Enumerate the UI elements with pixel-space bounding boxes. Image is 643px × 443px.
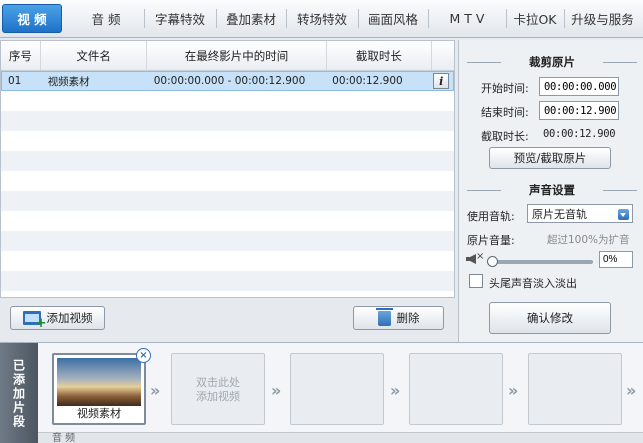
column-header-filename[interactable]: 文件名: [41, 41, 148, 70]
chevron-right-icon: »: [626, 381, 637, 400]
table-header: 序号 文件名 在最终影片中的时间 截取时长: [1, 41, 454, 71]
audio-section-title: 声音设置: [467, 182, 637, 198]
empty-row: [1, 91, 454, 111]
empty-row: [1, 131, 454, 151]
empty-row: [1, 251, 454, 271]
confirm-button[interactable]: 确认修改: [489, 302, 611, 334]
end-time-label: 结束时间:: [481, 106, 529, 119]
tab-karaoke[interactable]: 卡拉OK: [506, 0, 564, 37]
trim-duration-value: 00:00:12.900: [543, 128, 616, 140]
tab-audio[interactable]: 音 频: [68, 0, 144, 37]
close-icon[interactable]: ×: [136, 348, 151, 363]
empty-row: [1, 171, 454, 191]
volume-slider-thumb[interactable]: [487, 256, 498, 267]
row-index: 01: [8, 75, 22, 87]
main-tab-bar: 视 频 音 频 字幕特效 叠加素材 转场特效 画面风格 M T V 卡拉OK 升…: [0, 0, 643, 38]
column-header-info: [432, 41, 454, 70]
clip-strip: 已添加片段 视频素材 × » 双击此处 添加视频 » » » » 音 频: [0, 342, 643, 443]
column-header-index[interactable]: 序号: [1, 41, 41, 70]
chevron-right-icon: »: [271, 381, 282, 400]
empty-row: [1, 191, 454, 211]
trim-duration-label: 截取时长:: [481, 130, 529, 143]
chevron-down-icon: [618, 209, 629, 220]
volume-hint: 超过100%为扩音: [547, 234, 630, 246]
add-video-button[interactable]: + 添加视频: [10, 306, 105, 331]
clip-slot-2[interactable]: 双击此处 添加视频: [171, 353, 265, 425]
audio-track-row: 音 频: [38, 432, 643, 443]
tab-video[interactable]: 视 频: [2, 4, 62, 33]
volume-percent-input[interactable]: [599, 251, 633, 268]
column-header-duration[interactable]: 截取时长: [327, 41, 433, 70]
delete-button[interactable]: 删除: [353, 306, 444, 330]
volume-slider[interactable]: [487, 256, 593, 267]
trim-section-title: 裁剪原片: [467, 54, 637, 70]
volume-label: 原片音量:: [467, 234, 515, 247]
mute-icon: ×: [476, 251, 485, 262]
delete-label: 删除: [396, 311, 420, 325]
table-actions: + 添加视频 删除: [0, 298, 455, 342]
row-timeline: 00:00:00.000 - 00:00:12.900: [153, 75, 306, 87]
clip-name: 视频素材: [77, 407, 121, 420]
column-header-timeline[interactable]: 在最终影片中的时间: [147, 41, 327, 70]
fade-label: 头尾声音淡入淡出: [489, 277, 577, 290]
clip-slot-5[interactable]: [528, 353, 622, 425]
empty-row: [1, 231, 454, 251]
preview-trim-button[interactable]: 预览/截取原片: [489, 147, 611, 169]
added-clips-label: 已添加片段: [0, 343, 38, 443]
empty-row: [1, 111, 454, 131]
tab-picture-style[interactable]: 画面风格: [358, 0, 428, 37]
tab-mtv[interactable]: M T V: [428, 0, 506, 37]
clip-thumbnail: [57, 358, 141, 406]
clip-slot-3[interactable]: [290, 353, 384, 425]
film-add-icon: +: [22, 311, 47, 331]
audio-track-select[interactable]: 原片无音轨: [527, 204, 633, 223]
trash-icon: [375, 307, 393, 326]
tab-upgrade-service[interactable]: 升级与服务: [564, 0, 641, 37]
clip-slot-4[interactable]: [409, 353, 503, 425]
add-clip-hint: 双击此处 添加视频: [196, 376, 240, 403]
start-time-label: 开始时间:: [481, 82, 529, 95]
settings-panel: 裁剪原片 开始时间: 结束时间: 截取时长: 00:00:12.900 预览/截…: [458, 40, 643, 342]
clip-slot-1[interactable]: 视频素材 ×: [52, 348, 151, 425]
fade-checkbox[interactable]: [469, 274, 483, 288]
chevron-right-icon: »: [508, 381, 519, 400]
add-video-label: 添加视频: [46, 311, 93, 325]
speaker-icon[interactable]: [466, 254, 476, 264]
tab-overlay-material[interactable]: 叠加素材: [216, 0, 286, 37]
info-icon[interactable]: i: [433, 73, 450, 89]
end-time-input[interactable]: [539, 101, 619, 120]
audio-track-label: 使用音轨:: [467, 210, 515, 223]
start-time-input[interactable]: [539, 77, 619, 96]
empty-row: [1, 271, 454, 291]
row-duration: 00:00:12.900: [332, 75, 403, 87]
chevron-right-icon: »: [390, 381, 401, 400]
file-table: 序号 文件名 在最终影片中的时间 截取时长 01 视频素材 00:00:00.0…: [0, 40, 455, 298]
empty-row: [1, 211, 454, 231]
tab-transition-effects[interactable]: 转场特效: [286, 0, 358, 37]
chevron-right-icon: »: [150, 381, 161, 400]
audio-track-value: 原片无音轨: [532, 207, 587, 221]
table-row[interactable]: 01 视频素材 00:00:00.000 - 00:00:12.900 00:0…: [1, 71, 454, 91]
empty-row: [1, 151, 454, 171]
tab-subtitle-effects[interactable]: 字幕特效: [144, 0, 216, 37]
row-filename: 视频素材: [47, 75, 90, 88]
